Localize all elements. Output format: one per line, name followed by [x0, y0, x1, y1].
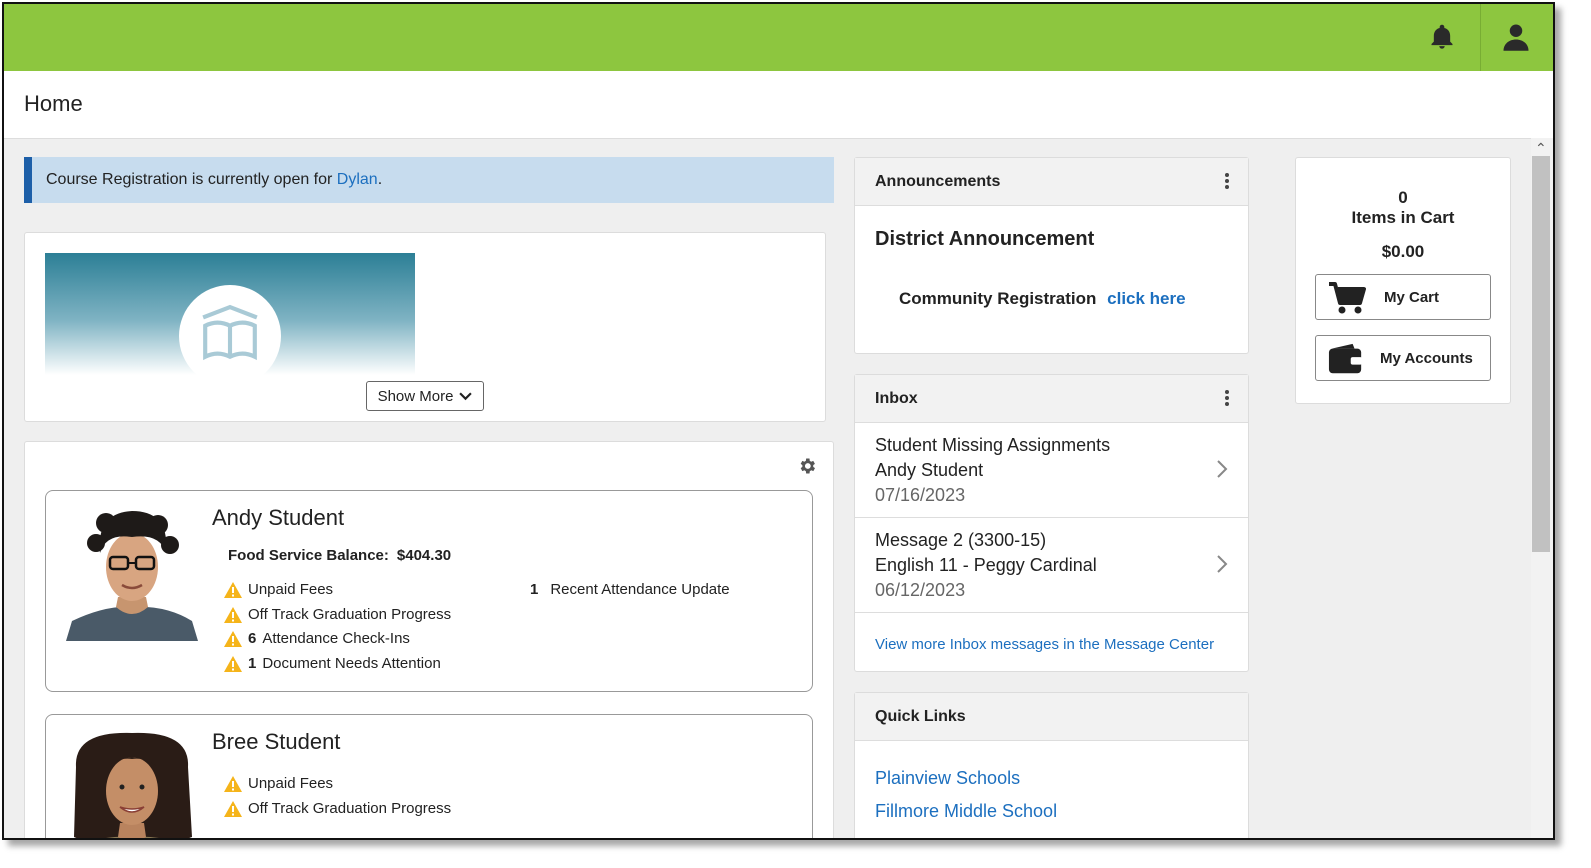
chevron-down-icon [459, 391, 473, 400]
more-options-icon[interactable] [1224, 173, 1230, 189]
inbox-header: Inbox [855, 375, 1248, 423]
page-header: Home [4, 71, 1553, 139]
banner-card: Show More [24, 232, 826, 422]
inbox-panel: Inbox Student Missing Assignments Andy S… [854, 374, 1249, 672]
inbox-message[interactable]: Message 2 (3300-15) English 11 - Peggy C… [855, 518, 1248, 613]
student-name[interactable]: Bree Student [212, 729, 340, 755]
warning-icon [224, 800, 242, 817]
view-more-inbox-link[interactable]: View more Inbox messages in the Message … [875, 636, 1214, 653]
student-photo-andy [66, 503, 198, 641]
quick-links-header: Quick Links [855, 693, 1248, 741]
alert-graduation-progress[interactable]: Off Track Graduation Progress [224, 606, 451, 623]
notification-bell-icon[interactable] [1428, 22, 1456, 52]
course-registration-notice: Course Registration is currently open fo… [24, 157, 834, 203]
top-bar [4, 4, 1553, 71]
app-window: Home ⌃ Course Registration is currently … [2, 2, 1555, 840]
note-recent-attendance[interactable]: 1 Recent Attendance Update [530, 581, 730, 598]
quick-links-panel: Quick Links Plainview Schools Fillmore M… [854, 692, 1249, 838]
student-link-dylan[interactable]: Dylan [337, 171, 378, 188]
page-title: Home [24, 91, 83, 116]
my-cart-button[interactable]: My Cart [1315, 274, 1491, 320]
chevron-right-icon [1217, 555, 1228, 573]
items-in-cart-label: Items in Cart [1351, 208, 1455, 227]
my-accounts-button[interactable]: My Accounts [1315, 335, 1491, 381]
alert-document-needs-attention[interactable]: 1 Document Needs Attention [224, 655, 441, 672]
alert-graduation-progress[interactable]: Off Track Graduation Progress [224, 800, 451, 817]
warning-icon [224, 775, 242, 792]
avatar [66, 511, 198, 641]
warning-icon [224, 630, 242, 647]
panel-title: Quick Links [875, 708, 966, 725]
food-service-balance: Food Service Balance: $404.30 [228, 547, 452, 564]
alert-unpaid-fees[interactable]: Unpaid Fees [224, 775, 333, 792]
cart-count: 0 [1398, 188, 1408, 207]
notice-text: Course Registration is currently open fo… [46, 171, 383, 188]
banner-image [45, 253, 415, 375]
student-card-andy[interactable]: Andy Student Food Service Balance: $404.3… [45, 490, 813, 692]
more-options-icon[interactable] [1224, 390, 1230, 406]
alert-attendance-checkins[interactable]: 6 Attendance Check-Ins [224, 630, 410, 647]
community-registration-link[interactable]: click here [1107, 289, 1185, 308]
panel-title: Announcements [875, 173, 1001, 190]
user-icon[interactable] [1501, 22, 1531, 52]
show-more-button[interactable]: Show More [366, 381, 484, 411]
show-more-label: Show More [377, 387, 454, 405]
chevron-right-icon [1217, 460, 1228, 478]
student-card-bree[interactable]: Bree Student Unpaid Fees Off Track Gradu… [45, 714, 813, 838]
gear-icon[interactable] [797, 456, 817, 476]
inbox-message[interactable]: Student Missing Assignments Andy Student… [855, 423, 1248, 518]
avatar [74, 732, 192, 838]
announcements-panel: Announcements District Announcement Comm… [854, 157, 1249, 354]
quick-link-plainview[interactable]: Plainview Schools [875, 768, 1020, 789]
student-photo-bree [66, 727, 198, 838]
announcement-text: Community Registration click here [899, 289, 1186, 308]
scrollbar[interactable]: ⌃ [1531, 138, 1553, 838]
announcements-header: Announcements [855, 158, 1248, 206]
students-card: Andy Student Food Service Balance: $404.3… [24, 441, 834, 838]
cart-panel: 0 Items in Cart $0.00 My Cart My Account… [1295, 157, 1511, 404]
quick-link-fillmore[interactable]: Fillmore Middle School [875, 801, 1057, 822]
warning-icon [224, 655, 242, 672]
scroll-up-arrow-icon[interactable]: ⌃ [1535, 140, 1547, 157]
warning-icon [224, 606, 242, 623]
scrollbar-thumb[interactable] [1532, 156, 1550, 552]
alert-unpaid-fees[interactable]: Unpaid Fees [224, 581, 333, 598]
wallet-icon [1328, 343, 1363, 374]
announcement-heading: District Announcement [875, 228, 1095, 250]
shopping-cart-icon [1329, 282, 1366, 314]
topbar-divider [1480, 4, 1481, 71]
student-name[interactable]: Andy Student [212, 505, 344, 531]
panel-title: Inbox [875, 390, 918, 407]
banner-logo-circle [179, 285, 281, 375]
warning-icon [224, 581, 242, 598]
open-book-icon [202, 304, 258, 361]
cart-total: $0.00 [1381, 242, 1425, 261]
